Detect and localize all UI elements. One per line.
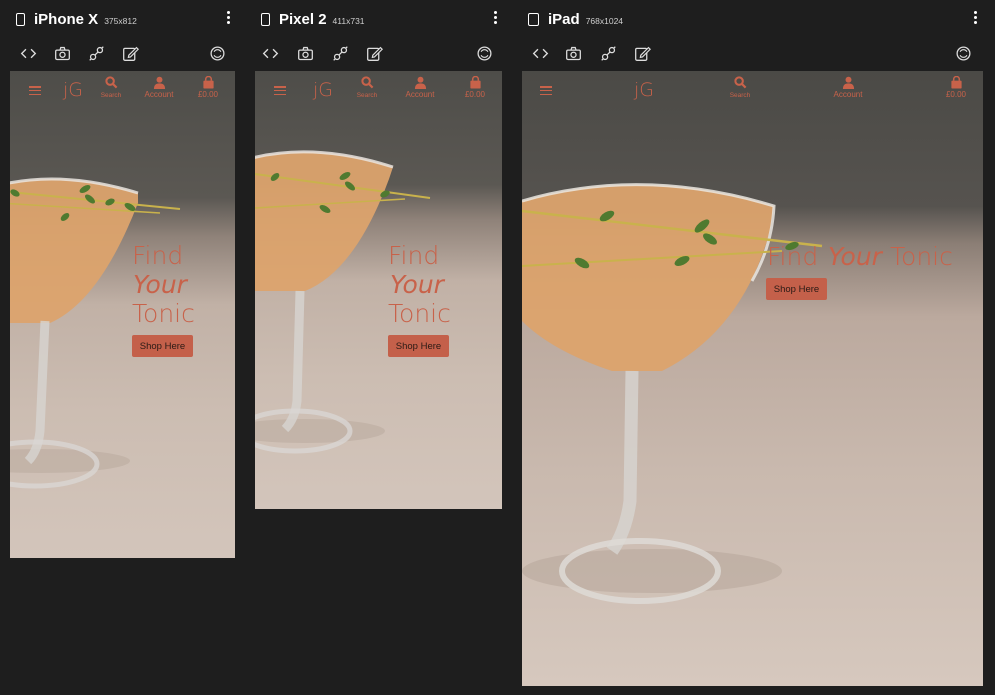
menu-icon[interactable] — [29, 86, 41, 96]
hero-title-line2: Your — [390, 270, 444, 299]
nav-cart-total: £0.00 — [197, 90, 219, 99]
nav-account[interactable]: Account — [400, 76, 440, 99]
nav-search-label: Search — [356, 92, 378, 99]
user-icon — [153, 76, 165, 89]
hero-title-line3: Tonic — [890, 242, 953, 271]
device-size: 411x731 — [332, 15, 365, 26]
device-size: 768x1024 — [585, 15, 624, 26]
device-header: Pixel 2 411x731 — [259, 6, 365, 32]
phone-icon — [16, 12, 25, 26]
nav-cart-total: £0.00 — [464, 90, 486, 99]
nav-cart[interactable]: £0.00 — [193, 76, 223, 99]
rotate-icon[interactable] — [206, 42, 228, 64]
hero-title-line3: Tonic — [388, 299, 451, 328]
nav-search[interactable]: Search — [725, 76, 755, 100]
nav-search-label: Search — [729, 92, 751, 99]
connect-icon[interactable] — [597, 42, 619, 64]
device-name: Pixel 2 — [279, 10, 327, 28]
more-options-icon[interactable] — [227, 11, 230, 26]
device-size: 375x812 — [104, 15, 137, 26]
screenshot-icon[interactable] — [562, 42, 584, 64]
nav-account[interactable]: Account — [139, 76, 179, 99]
search-icon — [104, 76, 117, 89]
device-header: iPhone X 375x812 — [14, 6, 137, 32]
device-screen-pixel-2: jG Search Account £0.00 Find Your Tonic … — [255, 71, 502, 509]
more-options-icon[interactable] — [974, 11, 977, 26]
hero-title-line1: Find — [132, 241, 184, 270]
bag-icon — [469, 76, 481, 89]
device-screen-ipad: jG Search Account £0.00 Find Your Tonic … — [522, 71, 983, 686]
device-header: iPad 768x1024 — [526, 6, 623, 32]
rotate-icon[interactable] — [473, 42, 495, 64]
nav-account[interactable]: Account — [828, 76, 868, 99]
cocktail-photo — [10, 177, 181, 489]
code-icon[interactable] — [529, 42, 551, 64]
device-name: iPad — [548, 10, 580, 28]
nav-cart[interactable]: £0.00 — [460, 76, 490, 99]
shop-here-button[interactable]: Shop Here — [132, 335, 193, 357]
nav-account-label: Account — [833, 90, 863, 99]
edit-icon[interactable] — [119, 42, 141, 64]
hero-title-line1: Find — [388, 241, 440, 270]
phone-icon — [261, 12, 270, 26]
connect-icon[interactable] — [329, 42, 351, 64]
site-logo[interactable]: jG — [634, 79, 654, 101]
connect-icon[interactable] — [85, 42, 107, 64]
screenshot-icon[interactable] — [51, 42, 73, 64]
site-logo[interactable]: jG — [63, 79, 83, 101]
nav-search[interactable]: Search — [96, 76, 126, 100]
device-name: iPhone X — [34, 10, 99, 28]
nav-search[interactable]: Search — [352, 76, 382, 100]
user-icon — [414, 76, 426, 89]
menu-icon[interactable] — [540, 86, 552, 96]
devtools-device-preview: { "devices": [ { "name": "iPhone X", "si… — [0, 0, 995, 695]
nav-account-label: Account — [144, 90, 174, 99]
site-navbar: jG Search Account £0.00 — [522, 71, 983, 107]
site-navbar: jG Search Account £0.00 — [10, 71, 235, 107]
site-logo[interactable]: jG — [313, 79, 333, 101]
more-options-icon[interactable] — [494, 11, 497, 26]
site-navbar: jG Search Account £0.00 — [255, 71, 502, 107]
search-icon — [360, 76, 373, 89]
hero-title-line3: Tonic — [132, 299, 195, 328]
user-icon — [842, 76, 854, 89]
shop-here-button[interactable]: Shop Here — [388, 335, 449, 357]
edit-icon[interactable] — [631, 42, 653, 64]
nav-search-label: Search — [100, 92, 122, 99]
hero-title-line2: Your — [828, 242, 882, 271]
hero-title-line1: Find — [767, 242, 819, 271]
cocktail-photo — [522, 183, 823, 604]
nav-cart-total: £0.00 — [945, 90, 967, 99]
device-screen-iphone-x: jG Search Account £0.00 Find Your Tonic … — [10, 71, 235, 558]
nav-account-label: Account — [405, 90, 435, 99]
nav-cart[interactable]: £0.00 — [941, 76, 971, 99]
shop-here-button[interactable]: Shop Here — [766, 278, 827, 300]
bag-icon — [950, 76, 962, 89]
bag-icon — [202, 76, 214, 89]
tablet-icon — [528, 12, 539, 26]
code-icon[interactable] — [259, 42, 281, 64]
edit-icon[interactable] — [363, 42, 385, 64]
menu-icon[interactable] — [274, 86, 286, 96]
rotate-icon[interactable] — [952, 42, 974, 64]
cocktail-photo — [255, 150, 431, 454]
hero-title-line2: Your — [133, 270, 187, 299]
screenshot-icon[interactable] — [294, 42, 316, 64]
search-icon — [733, 76, 746, 89]
code-icon[interactable] — [17, 42, 39, 64]
